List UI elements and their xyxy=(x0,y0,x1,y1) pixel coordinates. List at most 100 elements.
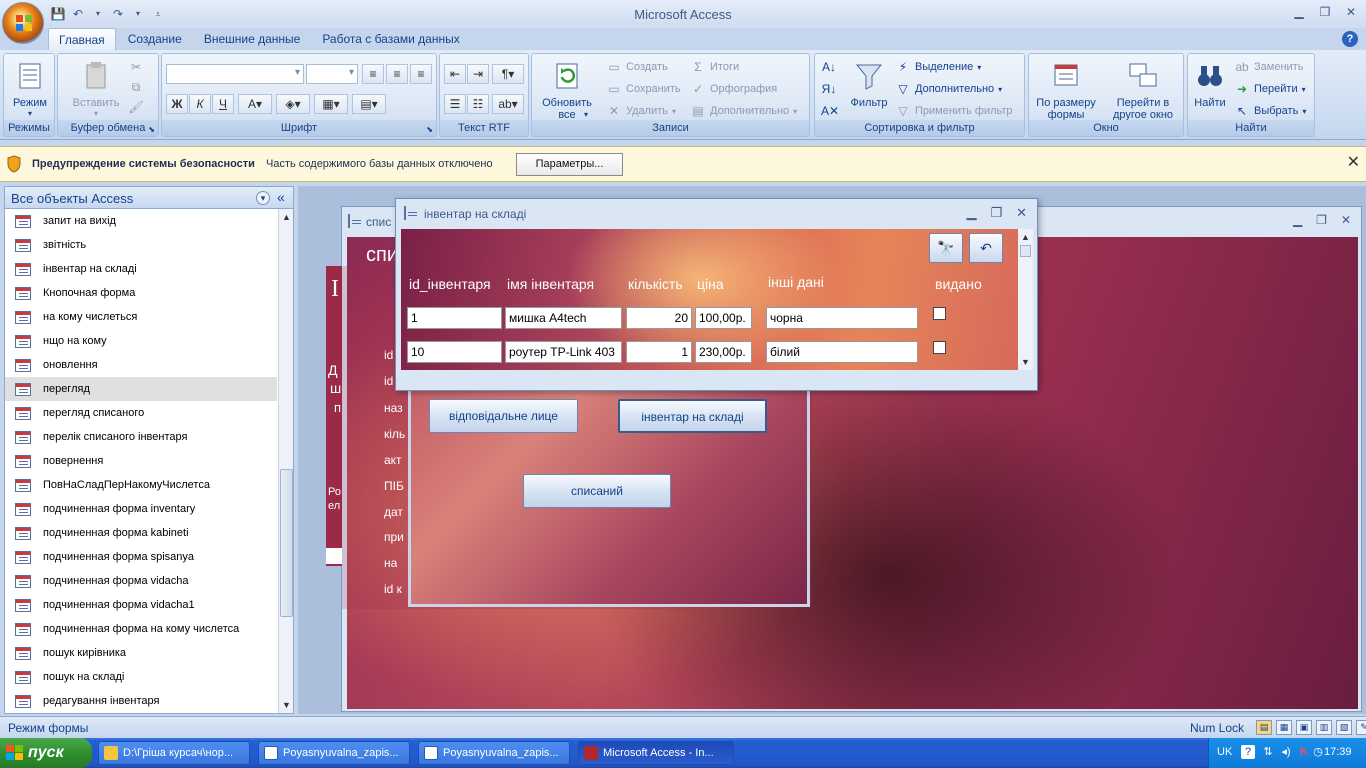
save-record-button[interactable]: ▭ Сохранить xyxy=(606,82,680,96)
paragraph-direction-icon[interactable]: ¶▾ xyxy=(492,64,524,84)
network-icon[interactable]: ⇅ xyxy=(1261,745,1275,759)
filter-button[interactable]: Фильтр xyxy=(845,60,893,109)
minimize-icon[interactable]: ▁ xyxy=(966,205,976,221)
close-icon[interactable]: ✕ xyxy=(1342,4,1360,20)
restore-icon[interactable]: ❐ xyxy=(1316,4,1334,20)
help-icon[interactable]: ? xyxy=(1342,31,1358,47)
highlight-icon[interactable]: ab▾ xyxy=(492,94,524,114)
taskbar-item-word-1[interactable]: Poyasnyuvalna_zapis... xyxy=(258,741,410,765)
collapse-pane-icon[interactable]: « xyxy=(277,189,285,205)
chevron-down-icon[interactable]: ▾ xyxy=(256,191,270,205)
cell-price[interactable]: 100,00р. xyxy=(695,307,752,329)
dialog-launcher-icon[interactable]: ⬊ xyxy=(426,125,433,134)
cell-qty[interactable]: 1 xyxy=(626,341,692,363)
scroll-thumb[interactable] xyxy=(1020,245,1031,257)
nav-item[interactable]: на кому числеться xyxy=(5,305,277,329)
nav-item[interactable]: подчиненная форма inventary xyxy=(5,497,277,521)
delete-record-button[interactable]: ✕ Удалить ▾ xyxy=(606,104,676,118)
nav-item[interactable]: подчиненная форма spisanya xyxy=(5,545,277,569)
advanced-filter-button[interactable]: ▽ Дополнительно ▾ xyxy=(895,82,1002,96)
cell-id[interactable]: 10 xyxy=(407,341,502,363)
nav-item[interactable]: оновлення xyxy=(5,353,277,377)
format-painter-icon[interactable]: 🖌 xyxy=(128,100,144,114)
layout-view-icon[interactable]: ▧ xyxy=(1336,720,1352,735)
antivirus-icon[interactable]: K xyxy=(1297,745,1311,759)
alternate-fill-icon[interactable]: ▤▾ xyxy=(352,94,386,114)
minimize-icon[interactable]: ▁ xyxy=(1290,4,1308,20)
view-button[interactable]: Режим ▾ xyxy=(8,60,52,118)
inventory-form-window[interactable]: інвентар на складі ▁ ❐ ✕ 🔭 ↶ id_інвентар… xyxy=(395,198,1038,391)
taskbar-item-explorer[interactable]: D:\Гріша курсач\нор... xyxy=(98,741,250,765)
numbering-icon[interactable]: ☷ xyxy=(467,94,489,114)
written-off-button[interactable]: списаний xyxy=(523,474,671,508)
scroll-down-icon[interactable]: ▼ xyxy=(1018,354,1033,370)
totals-button[interactable]: Σ Итоги xyxy=(690,60,739,74)
cut-icon[interactable]: ✂ xyxy=(128,60,144,74)
font-name-combo[interactable] xyxy=(166,64,304,84)
nav-header[interactable]: Все объекты Access ▾ « xyxy=(5,187,293,209)
inventory-in-stock-button[interactable]: інвентар на складі xyxy=(618,399,767,433)
replace-button[interactable]: ab Заменить xyxy=(1234,60,1303,74)
nav-item[interactable]: подчиненная форма vidacha1 xyxy=(5,593,277,617)
nav-item[interactable]: подчиненная форма vidacha xyxy=(5,569,277,593)
pivot-table-view-icon[interactable]: ▣ xyxy=(1296,720,1312,735)
nav-item[interactable]: інвентар на складі xyxy=(5,257,277,281)
fit-to-form-button[interactable]: По размеру формы xyxy=(1031,60,1101,121)
refresh-all-button[interactable]: Обновить все ▾ xyxy=(536,60,598,121)
dialog-launcher-icon[interactable]: ⬊ xyxy=(148,125,155,134)
form-view-icon[interactable]: ▤ xyxy=(1256,720,1272,735)
cell-id[interactable]: 1 xyxy=(407,307,502,329)
tab-database-tools[interactable]: Работа с базами данных xyxy=(312,28,469,50)
nav-item[interactable]: перегляд xyxy=(5,377,277,401)
cell-qty[interactable]: 20 xyxy=(626,307,692,329)
office-button[interactable] xyxy=(2,2,44,44)
scroll-up-icon[interactable]: ▲ xyxy=(279,209,294,225)
sort-descending-icon[interactable]: Я↓ xyxy=(821,82,837,96)
design-view-icon[interactable]: ✎ xyxy=(1356,720,1366,735)
paste-button[interactable]: Вставить ▾ xyxy=(64,60,128,118)
spelling-button[interactable]: ✓ Орфография xyxy=(690,82,777,96)
gridlines-icon[interactable]: ▦▾ xyxy=(314,94,348,114)
close-icon[interactable]: ✕ xyxy=(1016,205,1027,221)
start-button[interactable]: пуск xyxy=(0,738,92,768)
cell-name[interactable]: роутер TP-Link 403 xyxy=(505,341,622,363)
volume-icon[interactable]: ◂) xyxy=(1279,745,1293,759)
cell-other[interactable]: білий xyxy=(766,341,918,363)
nav-item[interactable]: пошук кирівника xyxy=(5,641,277,665)
nav-item[interactable]: звітність xyxy=(5,233,277,257)
language-indicator[interactable]: UK xyxy=(1217,746,1232,758)
nav-scrollbar[interactable]: ▲ ▼ xyxy=(278,209,293,713)
responsible-person-button[interactable]: відповідальне лице xyxy=(429,399,578,433)
nav-item[interactable]: перегляд списаного xyxy=(5,401,277,425)
nav-item[interactable]: запит на вихід xyxy=(5,209,277,233)
fill-color-icon[interactable]: ◈▾ xyxy=(276,94,310,114)
datasheet-view-icon[interactable]: ▦ xyxy=(1276,720,1292,735)
fgform-scrollbar[interactable]: ▲ ▼ xyxy=(1018,229,1033,370)
align-left-icon[interactable]: ≡ xyxy=(362,64,384,84)
toggle-filter-button[interactable]: ▽ Применить фильтр xyxy=(895,104,1012,118)
undo-record-button[interactable]: ↶ xyxy=(969,233,1003,263)
issued-checkbox[interactable] xyxy=(933,307,946,320)
restore-icon[interactable]: ❐ xyxy=(990,205,1002,221)
nav-item[interactable]: повернення xyxy=(5,449,277,473)
clear-sort-icon[interactable]: A✕ xyxy=(821,104,839,118)
help-tray-icon[interactable]: ? xyxy=(1241,745,1255,759)
nav-item[interactable]: подчиненная форма на кому числетса xyxy=(5,617,277,641)
sort-ascending-icon[interactable]: A↓ xyxy=(821,60,837,74)
nav-item[interactable]: редагування інвентаря xyxy=(5,689,277,713)
find-record-button[interactable]: 🔭 xyxy=(929,233,963,263)
options-button[interactable]: Параметры... xyxy=(516,153,623,176)
issued-checkbox[interactable] xyxy=(933,341,946,354)
cell-name[interactable]: мишка A4tech xyxy=(505,307,622,329)
font-size-combo[interactable] xyxy=(306,64,358,84)
switch-windows-button[interactable]: Перейти в другое окно xyxy=(1103,60,1183,121)
decrease-indent-icon[interactable]: ⇤ xyxy=(444,64,466,84)
bold-icon[interactable]: Ж xyxy=(166,94,188,114)
minimize-icon[interactable]: ▁ xyxy=(1293,213,1302,227)
find-button[interactable]: Найти xyxy=(1190,60,1230,109)
tab-create[interactable]: Создание xyxy=(118,28,192,50)
increase-indent-icon[interactable]: ⇥ xyxy=(467,64,489,84)
taskbar-item-access[interactable]: Microsoft Access - In... xyxy=(578,741,734,765)
more-records-button[interactable]: ▤ Дополнительно ▾ xyxy=(690,104,797,118)
align-center-icon[interactable]: ≡ xyxy=(386,64,408,84)
